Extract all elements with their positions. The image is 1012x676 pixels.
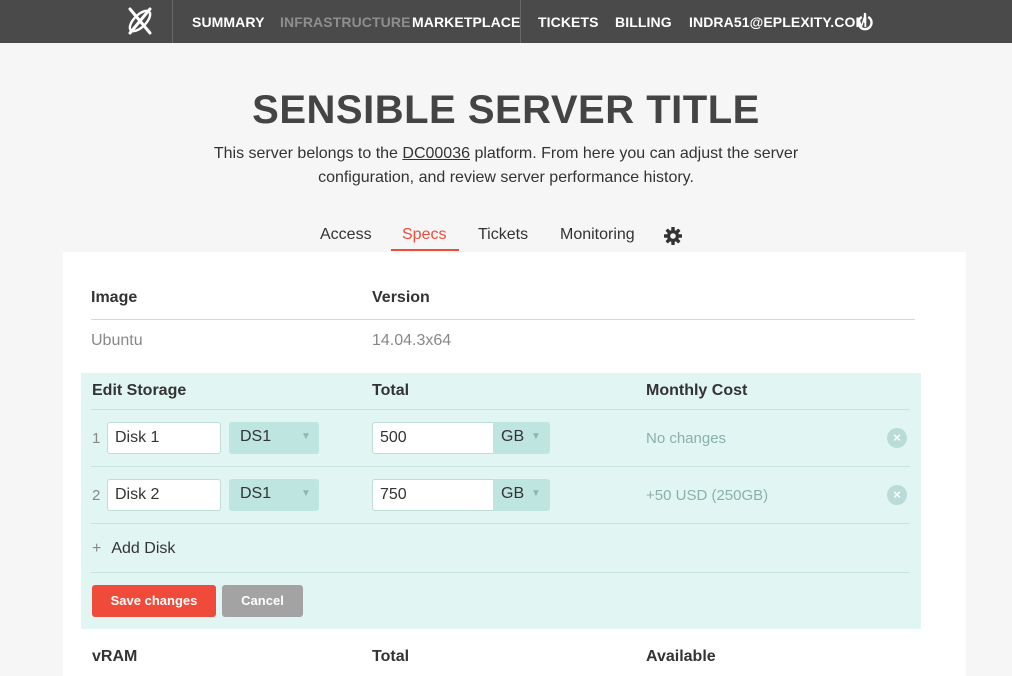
vram-header: vRAM (92, 648, 138, 665)
tab-tickets[interactable]: Tickets (478, 226, 528, 244)
add-disk-label: Add Disk (111, 540, 176, 557)
tab-monitoring[interactable]: Monitoring (560, 226, 635, 244)
version-value: 14.04.3x64 (372, 332, 452, 349)
remove-disk-button[interactable]: × (887, 485, 907, 505)
nav-marketplace[interactable]: MARKETPLACE (412, 14, 520, 30)
add-disk-button[interactable]: + Add Disk (92, 540, 175, 558)
chevron-down-icon: ▼ (531, 431, 541, 442)
nav-billing[interactable]: BILLING (615, 14, 672, 30)
tab-access[interactable]: Access (320, 226, 372, 244)
divider (91, 466, 910, 467)
tab-specs[interactable]: Specs (402, 226, 446, 244)
nav-divider (520, 0, 521, 43)
disk-type-value: DS1 (240, 485, 272, 502)
vram-total-header: Total (372, 648, 410, 665)
nav-summary[interactable]: SUMMARY (192, 14, 265, 30)
x-logo-icon[interactable] (122, 5, 158, 37)
divider (91, 319, 915, 320)
unit-value: GB (501, 428, 525, 445)
divider (91, 409, 910, 410)
description-text: This server belongs to the (213, 145, 403, 162)
disk-total-input[interactable]: 750 (372, 479, 496, 511)
unit-select[interactable]: GB ▼ (493, 479, 550, 511)
disk-name-input[interactable]: Disk 2 (107, 479, 221, 511)
vram-available-header: Available (646, 648, 716, 665)
row-number: 1 (92, 430, 101, 447)
plus-icon: + (92, 540, 102, 557)
edit-storage-header: Edit Storage (92, 382, 187, 399)
disk-total-input[interactable]: 500 (372, 422, 496, 454)
remove-disk-button[interactable]: × (887, 428, 907, 448)
gear-icon[interactable] (663, 226, 683, 246)
top-nav: SUMMARY INFRASTRUCTURE MARKETPLACE TICKE… (0, 0, 1012, 43)
monthly-cost-header: Monthly Cost (646, 382, 748, 399)
nav-tickets[interactable]: TICKETS (538, 14, 599, 30)
disk-type-value: DS1 (240, 428, 272, 445)
nav-infrastructure[interactable]: INFRASTRUCTURE (280, 14, 411, 30)
divider (91, 523, 910, 524)
page-description: This server belongs to the DC00036 platf… (190, 142, 822, 190)
save-changes-button[interactable]: Save changes (92, 585, 216, 617)
unit-select[interactable]: GB ▼ (493, 422, 550, 454)
page-title: SENSIBLE SERVER TITLE (252, 88, 760, 132)
monthly-cost-value: No changes (646, 430, 727, 447)
image-value: Ubuntu (91, 332, 143, 349)
active-tab-indicator (391, 249, 459, 251)
divider (91, 572, 910, 573)
image-header: Image (91, 289, 138, 306)
chevron-down-icon: ▼ (301, 431, 311, 442)
nav-divider (172, 0, 173, 43)
unit-value: GB (501, 485, 525, 502)
platform-link[interactable]: DC00036 (402, 145, 470, 162)
version-header: Version (372, 289, 430, 306)
total-header: Total (372, 382, 410, 399)
power-icon[interactable] (855, 12, 875, 32)
monthly-cost-value: +50 USD (250GB) (646, 487, 769, 504)
disk-type-select[interactable]: DS1 ▼ (229, 479, 319, 511)
row-number: 2 (92, 487, 101, 504)
cancel-button[interactable]: Cancel (222, 585, 303, 617)
nav-user-email[interactable]: INDRA51@EPLEXITY.COM (689, 14, 867, 30)
chevron-down-icon: ▼ (301, 488, 311, 499)
disk-type-select[interactable]: DS1 ▼ (229, 422, 319, 454)
chevron-down-icon: ▼ (531, 488, 541, 499)
disk-name-input[interactable]: Disk 1 (107, 422, 221, 454)
